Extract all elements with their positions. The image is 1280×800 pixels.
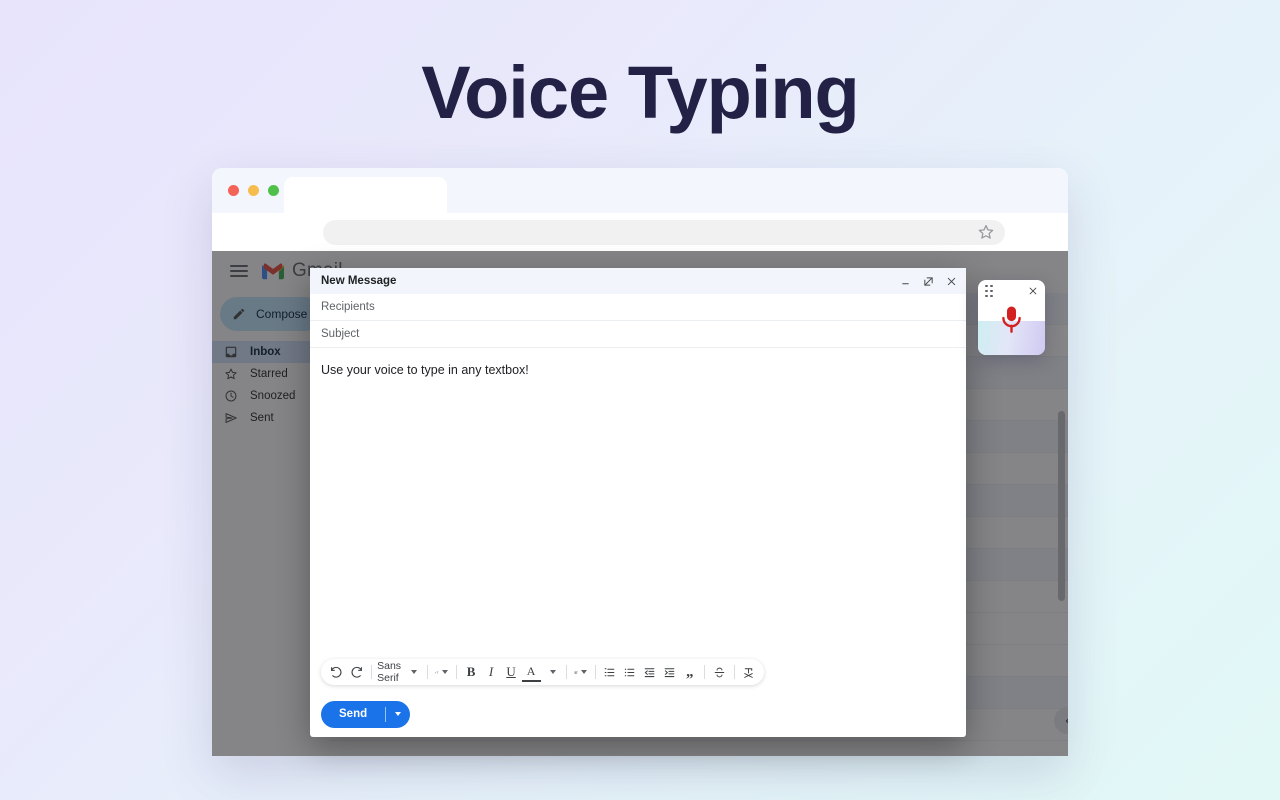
quote-button[interactable]: „	[680, 662, 699, 682]
svg-text:T: T	[437, 670, 439, 674]
recipients-field[interactable]: Recipients	[310, 294, 966, 321]
message-body-text: Use your voice to type in any textbox!	[321, 363, 529, 377]
browser-tab[interactable]	[284, 177, 447, 213]
microphone-icon	[1002, 306, 1021, 333]
font-size-button[interactable]: T T	[432, 662, 451, 682]
compose-dialog: New Message Recipients Subject Use your …	[310, 268, 966, 737]
font-family-value: Sans Serif	[377, 660, 402, 684]
chevron-down-icon	[580, 670, 587, 674]
recipients-placeholder: Recipients	[321, 301, 375, 313]
compose-window-actions	[899, 275, 958, 288]
text-color-button[interactable]: A	[521, 662, 541, 682]
indent-less-button[interactable]	[640, 662, 659, 682]
page-title: Voice Typing	[421, 51, 860, 134]
align-button[interactable]	[571, 662, 590, 682]
subject-placeholder: Subject	[321, 328, 360, 340]
address-bar[interactable]	[323, 219, 1005, 245]
close-window-button[interactable]	[228, 185, 239, 196]
formatting-toolbar: Sans Serif T T B I U A „	[321, 659, 764, 685]
bulleted-list-button[interactable]	[620, 662, 639, 682]
window-traffic-lights	[228, 185, 279, 196]
numbered-list-button[interactable]	[600, 662, 619, 682]
voice-typing-widget[interactable]	[978, 280, 1045, 355]
font-family-select[interactable]: Sans Serif	[376, 660, 402, 684]
microphone-button[interactable]	[978, 305, 1045, 335]
align-icon	[574, 670, 578, 674]
text-color-caret[interactable]	[542, 662, 561, 682]
minimize-window-button[interactable]	[248, 185, 259, 196]
redo-button[interactable]	[347, 662, 366, 682]
font-family-caret[interactable]	[403, 662, 422, 682]
indent-less-icon	[644, 667, 655, 677]
underline-button[interactable]: U	[502, 662, 521, 682]
compose-title: New Message	[321, 275, 397, 287]
bold-button[interactable]: B	[462, 662, 481, 682]
undo-button[interactable]	[327, 662, 346, 682]
undo-icon	[331, 666, 342, 678]
browser-omnibar	[212, 213, 1068, 251]
chevron-down-icon	[442, 670, 449, 674]
expand-icon	[924, 276, 933, 286]
minimize-button[interactable]	[899, 275, 912, 288]
browser-tab-bar	[212, 168, 1068, 213]
send-button-group: Send	[321, 700, 411, 728]
bookmark-star-icon[interactable]	[977, 223, 995, 241]
chevron-down-icon	[395, 712, 402, 716]
redo-icon	[351, 666, 362, 678]
drag-handle-icon[interactable]	[985, 284, 993, 298]
text-size-icon: T T	[435, 670, 439, 674]
send-button[interactable]: Send	[321, 701, 385, 728]
widget-titlebar	[978, 280, 1045, 302]
send-options-button[interactable]	[386, 701, 410, 728]
numbered-list-icon	[604, 667, 615, 676]
message-body-input[interactable]: Use your voice to type in any textbox!	[310, 348, 966, 659]
minimize-icon	[902, 282, 909, 284]
remove-formatting-button[interactable]	[739, 662, 758, 682]
chevron-down-icon	[410, 670, 417, 674]
strikethrough-icon	[714, 667, 724, 677]
expand-button[interactable]	[922, 275, 935, 288]
indent-more-button[interactable]	[660, 662, 679, 682]
widget-close-button[interactable]	[1028, 286, 1038, 296]
italic-button[interactable]: I	[482, 662, 501, 682]
compose-titlebar[interactable]: New Message	[310, 268, 966, 294]
close-icon	[947, 277, 956, 285]
bulleted-list-icon	[625, 668, 635, 676]
subject-field[interactable]: Subject	[310, 321, 966, 348]
remove-formatting-icon	[744, 667, 753, 678]
indent-more-icon	[664, 667, 675, 677]
compose-footer: Send	[310, 691, 966, 737]
close-icon	[1029, 287, 1037, 295]
maximize-window-button[interactable]	[268, 185, 279, 196]
close-button[interactable]	[945, 275, 958, 288]
strikethrough-button[interactable]	[710, 662, 729, 682]
chevron-down-icon	[549, 670, 556, 674]
